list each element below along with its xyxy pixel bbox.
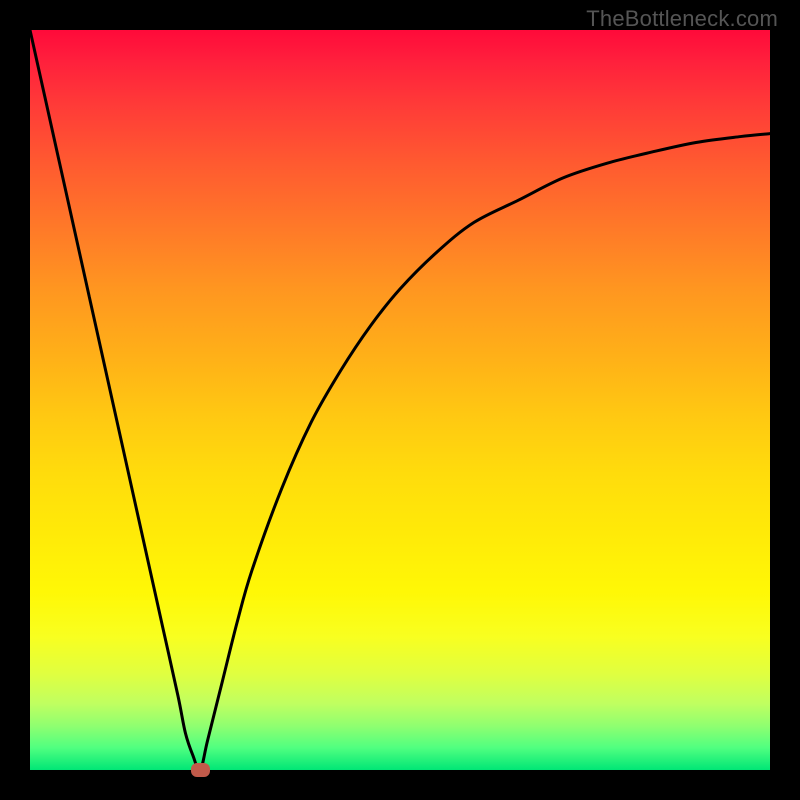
minimum-marker [191, 763, 210, 776]
curve-layer [30, 30, 770, 770]
plot-area [30, 30, 770, 770]
bottleneck-curve [30, 30, 770, 770]
chart-frame: TheBottleneck.com [0, 0, 800, 800]
watermark: TheBottleneck.com [586, 6, 778, 32]
